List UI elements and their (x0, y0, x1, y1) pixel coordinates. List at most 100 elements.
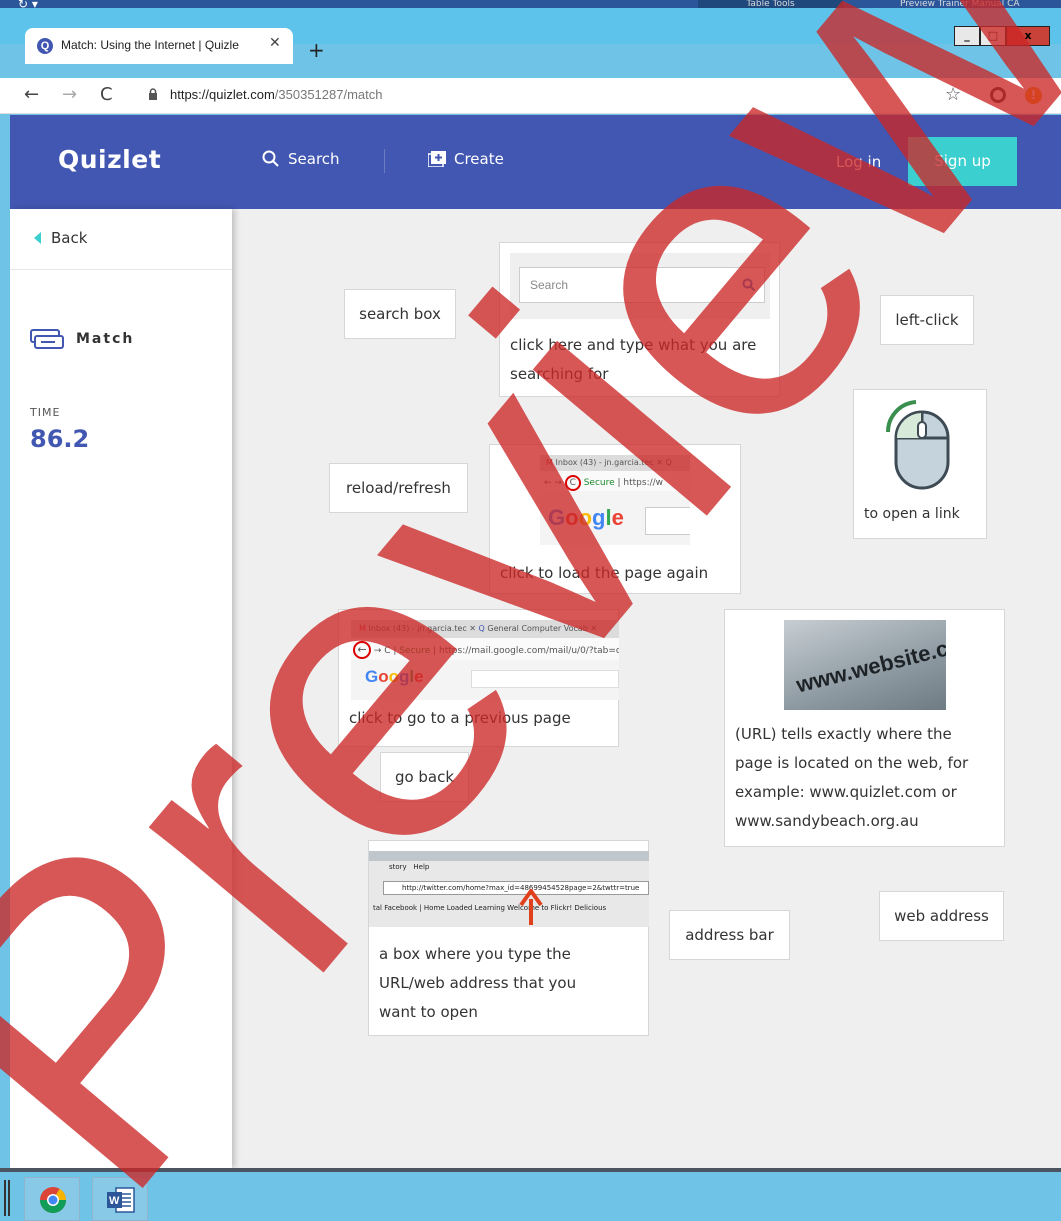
time-label: TIME (30, 406, 61, 419)
create-label: Create (454, 150, 504, 168)
addr-mock-titlebar (369, 851, 649, 861)
header-divider (384, 149, 385, 173)
card-address-bar[interactable]: address bar (669, 910, 790, 960)
url-path: /350351287/match (274, 87, 383, 102)
reload-mock: M Inbox (43) - jn.garcia.tec ✕ Q ← → C S… (540, 455, 690, 545)
office-document-title: Preview Trainer Manual CA (900, 0, 1020, 8)
mouse-def-text: to open a link (864, 506, 960, 522)
lock-icon (149, 88, 157, 100)
card-previous-page-definition[interactable]: M Inbox (43) - jn.garcia.tec ✕ Q General… (338, 609, 619, 747)
prev-mock-tab1: Inbox (43) - jn.garcia.tec (368, 624, 467, 633)
reload-mock-input (645, 507, 690, 535)
card-search-definition[interactable]: Search click here and type what you are … (499, 242, 780, 397)
back-arrow-icon[interactable]: ← (24, 84, 39, 105)
reload-mock-tab: Inbox (43) - jn.garcia.tec (555, 458, 654, 467)
table-tools-label: Table Tools (698, 0, 843, 8)
taskbar-chrome[interactable] (24, 1177, 80, 1221)
reload-secure-text: Secure (583, 478, 615, 488)
new-tab-icon[interactable]: + (308, 38, 325, 62)
sidebar: Back Match TIME 86.2 (10, 209, 232, 1168)
svg-text:W: W (109, 1195, 120, 1207)
url-host: https://quizlet.com (170, 87, 275, 102)
login-link[interactable]: Log in (836, 153, 881, 171)
signup-button[interactable]: Sign up (908, 137, 1017, 186)
back-triangle-icon (34, 232, 41, 244)
reload-icon[interactable]: C (100, 84, 113, 105)
prev-def-text: click to go to a previous page (349, 709, 571, 727)
search-icon (262, 150, 279, 167)
header-search[interactable]: Search (262, 150, 340, 168)
reload-mock-url: https://w (623, 478, 664, 488)
update-alert-icon[interactable]: ! (1025, 87, 1042, 104)
time-value: 86.2 (30, 425, 90, 453)
card-search-box-text: search box (359, 305, 441, 323)
card-web-address[interactable]: web address (879, 891, 1004, 941)
reload-circle-icon: C (564, 475, 581, 491)
www-image-text: www.website.com (793, 627, 946, 698)
prev-mock: M Inbox (43) - jn.garcia.tec ✕ Q General… (351, 620, 619, 700)
prev-mock-url: https://mail.google.com/mail/u/0/?tab=om (439, 646, 619, 656)
addr-def-line1: a box where you type the (379, 945, 571, 963)
mouse-icon (885, 400, 950, 490)
search-mock-bg: Search (510, 253, 770, 319)
quizlet-logo[interactable]: Quizlet (58, 145, 161, 174)
reload-def-text: click to load the page again (500, 564, 709, 582)
card-search-box[interactable]: search box (344, 289, 456, 339)
back-link[interactable]: Back (34, 229, 87, 247)
card-reload-definition[interactable]: M Inbox (43) - jn.garcia.tec ✕ Q ← → C S… (489, 444, 741, 594)
quizlet-favicon-icon: Q (37, 38, 53, 54)
url-def-line2: page is located on the web, for (735, 754, 969, 772)
card-address-bar-definition[interactable]: story Help http://twitter.com/home?max_i… (368, 840, 649, 1036)
reload-mock-bar: ← → C Secure | https://w (540, 471, 690, 491)
addr-mock-bookmarks: tal Facebook | Home Loaded Learning Welc… (373, 904, 607, 912)
card-go-back[interactable]: go back (380, 752, 469, 802)
tab-title: Match: Using the Internet | Quizle (61, 38, 239, 52)
close-window-button[interactable]: x (1006, 26, 1050, 46)
card-web-address-text: web address (894, 907, 989, 925)
page-viewport: Quizlet Search Create Log in Sign up Bac… (10, 115, 1061, 1168)
url-def-line1: (URL) tells exactly where the (735, 725, 952, 743)
card-left-click-text: left-click (895, 311, 959, 329)
minimize-button[interactable]: _ (954, 26, 980, 46)
prev-secure-text: Secure (399, 646, 431, 656)
card-url-definition[interactable]: www.website.com (URL) tells exactly wher… (724, 609, 1005, 847)
window-controls: _ □ x (954, 26, 1050, 46)
prev-mock-input (471, 670, 619, 688)
search-mock-placeholder: Search (530, 278, 569, 292)
tab-close-icon[interactable]: ✕ (269, 35, 281, 51)
gmail-icon: M (546, 458, 553, 467)
prev-quizlet-tab-icon: Q (478, 624, 485, 633)
red-arrow-icon (519, 889, 543, 925)
addr-mock: story Help http://twitter.com/home?max_i… (369, 851, 649, 927)
back-label: Back (51, 229, 88, 247)
forward-arrow-icon[interactable]: → (62, 84, 77, 105)
bookmark-star-icon[interactable]: ☆ (945, 84, 961, 105)
reload-google-logo: Google (548, 505, 624, 530)
maximize-button[interactable]: □ (980, 26, 1006, 46)
url-def-line3: example: www.quizlet.com or (735, 783, 957, 801)
header-create[interactable]: Create (428, 150, 504, 168)
sidebar-divider (10, 269, 232, 270)
omnibox[interactable]: https://quizlet.com/350351287/match (138, 81, 938, 111)
match-mode-icon (30, 329, 64, 349)
prev-google-logo: Google (365, 667, 424, 686)
search-mock-input: Search (519, 267, 765, 303)
addr-def-line2: URL/web address that you (379, 974, 577, 992)
card-left-click[interactable]: left-click (880, 295, 974, 345)
quizlet-header: Quizlet Search Create Log in Sign up (10, 115, 1061, 209)
card-reload-refresh[interactable]: reload/refresh (329, 463, 468, 513)
addr-def-line3: want to open (379, 1003, 478, 1021)
match-mode: Match (30, 329, 134, 349)
taskbar-word[interactable]: W (92, 1177, 148, 1221)
www-image: www.website.com (784, 620, 946, 710)
browser-tab[interactable]: Q Match: Using the Internet | Quizle ✕ (25, 28, 293, 64)
url-def-line4: www.sandybeach.org.au (735, 812, 919, 830)
card-mouse-definition[interactable]: to open a link (853, 389, 987, 539)
card-go-back-text: go back (394, 768, 455, 786)
search-mock-icon (742, 278, 756, 292)
prev-mock-tab2: General Computer Vocab (487, 624, 588, 633)
windows-taskbar: W (0, 1168, 1061, 1221)
addr-menu-1: story (389, 863, 407, 871)
account-icon[interactable] (990, 87, 1006, 103)
address-toolbar: ← → C https://quizlet.com/350351287/matc… (0, 78, 1061, 114)
